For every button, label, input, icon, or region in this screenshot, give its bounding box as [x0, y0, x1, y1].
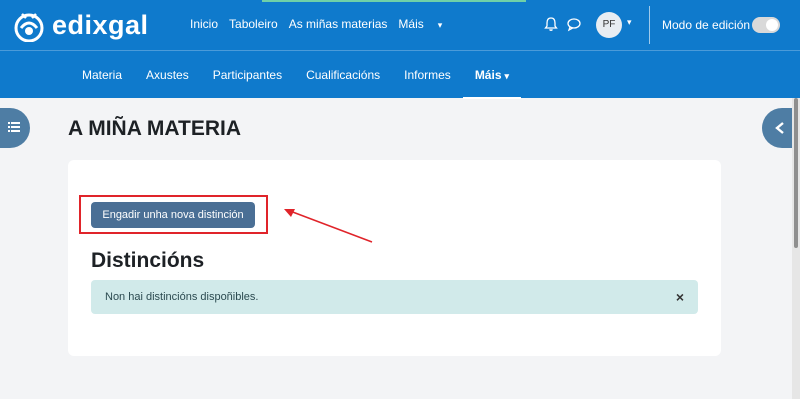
list-icon: [8, 122, 20, 132]
tab-cualificacions[interactable]: Cualificacións: [294, 51, 392, 99]
chevron-down-icon: ▾: [504, 71, 510, 81]
tab-more-label: Máis: [474, 68, 502, 82]
user-avatar[interactable]: PF: [596, 12, 622, 38]
alert-message: Non hai distincións dispoñibles.: [105, 291, 259, 303]
toggle-knob: [766, 19, 778, 31]
nav-more-label: Máis: [398, 17, 424, 31]
edit-mode-toggle[interactable]: [752, 17, 780, 33]
edixgal-logo-icon: [14, 13, 44, 42]
page-title: A MIÑA MATERIA: [68, 117, 242, 140]
top-accent-strip: [262, 0, 526, 2]
tab-materia[interactable]: Materia: [70, 51, 134, 99]
no-badges-alert: Non hai distincións dispoñibles. ×: [91, 280, 698, 314]
top-navbar: edixgal Inicio Taboleiro As miñas materi…: [0, 0, 800, 50]
annotation-arrow-icon: [284, 209, 373, 243]
nav-item-inicio[interactable]: Inicio: [190, 17, 218, 31]
chevron-down-icon: ▾: [437, 20, 443, 30]
add-badge-button[interactable]: Engadir unha nova distinción: [91, 202, 255, 228]
secondary-navbar: Materia Axustes Participantes Cualificac…: [0, 50, 800, 99]
course-nav: Materia Axustes Participantes Cualificac…: [70, 51, 522, 99]
chevron-down-icon[interactable]: ▾: [627, 17, 632, 28]
bell-icon[interactable]: [543, 16, 559, 32]
brand-name: edixgal: [52, 10, 149, 40]
nav-item-taboleiro[interactable]: Taboleiro: [229, 17, 278, 31]
chat-bubble-icon[interactable]: [566, 16, 582, 32]
tab-axustes[interactable]: Axustes: [134, 51, 201, 99]
tab-participantes[interactable]: Participantes: [201, 51, 294, 99]
brand-logo[interactable]: edixgal: [12, 8, 162, 44]
navbar-divider: [649, 6, 650, 44]
nav-item-more[interactable]: Máis ▾: [398, 17, 453, 31]
edit-mode-label: Modo de edición: [662, 18, 751, 32]
course-index-drawer-toggle[interactable]: [0, 108, 30, 148]
nav-item-my-courses[interactable]: As miñas materias: [289, 17, 388, 31]
close-icon[interactable]: ×: [676, 289, 684, 305]
tab-more[interactable]: Máis ▾: [462, 51, 522, 99]
chevron-left-icon: [775, 122, 784, 134]
badges-section-title: Distincións: [91, 249, 205, 272]
tab-informes[interactable]: Informes: [392, 51, 463, 99]
scrollbar-thumb[interactable]: [794, 98, 798, 248]
primary-nav: Inicio Taboleiro As miñas materias Máis ▾: [190, 17, 464, 31]
